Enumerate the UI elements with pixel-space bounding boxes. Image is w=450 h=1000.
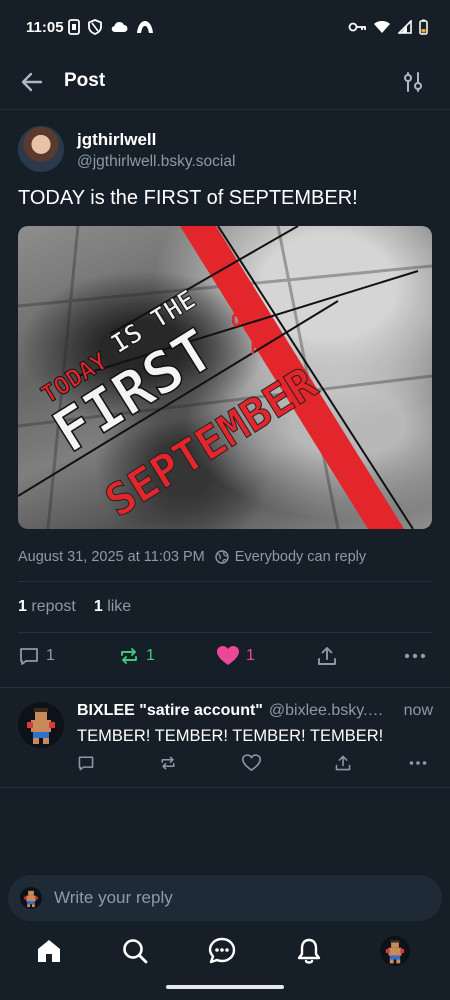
reply-header: BIXLEE "satire account" @bixlee.bsky.soc…	[77, 702, 433, 720]
author-avatar[interactable]	[18, 126, 64, 172]
sliders-icon	[404, 72, 422, 92]
reply-like-button[interactable]	[242, 754, 261, 777]
reply-time: now	[403, 702, 433, 719]
more-button[interactable]	[403, 645, 427, 667]
status-notification-icons	[68, 19, 154, 35]
repost-count: 1	[18, 598, 27, 615]
author-handle[interactable]: @jgthirlwell.bsky.social	[77, 153, 235, 171]
reply-composer[interactable]: Write your reply	[8, 875, 442, 921]
search-icon	[123, 939, 148, 964]
pixel-fighter-avatar	[385, 939, 405, 964]
comment-icon	[20, 648, 38, 665]
post-meta: August 31, 2025 at 11:03 PM Everybody ca…	[18, 549, 366, 565]
globe-icon	[215, 550, 229, 564]
pixel-fighter-avatar	[24, 890, 38, 908]
nav-home[interactable]	[34, 936, 64, 966]
nav-profile[interactable]	[380, 936, 410, 966]
heart-filled-icon	[217, 646, 239, 665]
divider	[0, 787, 450, 788]
page-title: Post	[64, 70, 106, 91]
composer-placeholder: Write your reply	[54, 888, 173, 907]
reply-reply-button[interactable]	[77, 754, 95, 777]
composer-avatar	[20, 887, 42, 909]
divider	[0, 687, 450, 688]
bottom-nav	[0, 928, 450, 976]
reply-repost-button[interactable]	[159, 754, 177, 777]
pixel-fighter-avatar	[27, 708, 55, 744]
back-button[interactable]	[18, 68, 46, 96]
nav-notifications[interactable]	[294, 936, 324, 966]
nav-search[interactable]	[120, 936, 150, 966]
repost-icon	[161, 756, 175, 770]
sim-icon	[68, 19, 80, 35]
reply-count: 1	[46, 647, 55, 664]
chat-icon	[208, 937, 236, 964]
cloud-icon	[111, 21, 128, 33]
image-text-o: O	[231, 310, 242, 331]
divider	[18, 581, 432, 582]
post-image-artwork: TODAY IS THE FIRST O F SEPTEMBER	[18, 226, 432, 529]
ellipsis-icon	[409, 761, 427, 765]
like-action-count: 1	[246, 647, 255, 664]
post-text: TODAY is the FIRST of SEPTEMBER!	[18, 187, 358, 209]
reply-actions	[77, 754, 432, 776]
arrow-left-icon	[21, 72, 43, 92]
repost-icon	[121, 648, 137, 664]
like-count: 1	[93, 598, 103, 615]
reply-button[interactable]: 1	[18, 645, 55, 667]
post-image[interactable]: TODAY IS THE FIRST O F SEPTEMBER	[18, 226, 432, 529]
key-icon	[348, 22, 366, 32]
status-time: 11:05	[26, 19, 64, 36]
repost-button[interactable]: 1	[118, 645, 155, 667]
share-icon	[318, 647, 336, 665]
heart-icon	[242, 754, 261, 772]
repost-count-link[interactable]: 1 repost	[18, 598, 76, 616]
status-bar: 11:05	[0, 0, 450, 56]
engagement-counts: 1 repost 1 like	[18, 598, 131, 616]
header: Post	[0, 56, 450, 110]
reply-setting-label: Everybody can reply	[234, 549, 367, 565]
battery-icon	[419, 19, 428, 35]
like-label: like	[107, 598, 132, 615]
home-icon	[38, 940, 60, 962]
reply-author-handle[interactable]: @bixlee.bsky.social	[269, 702, 389, 720]
repost-action-count: 1	[146, 647, 155, 664]
app-notification-icon	[137, 21, 153, 33]
thread-options-button[interactable]	[400, 69, 426, 95]
like-button[interactable]: 1	[216, 645, 255, 667]
reply-author-name[interactable]: BIXLEE "satire account"	[77, 702, 263, 720]
repost-label: repost	[31, 598, 76, 615]
post-timestamp: August 31, 2025 at 11:03 PM	[18, 549, 205, 565]
comment-icon	[78, 756, 94, 771]
signal-icon	[398, 20, 412, 34]
reply-text: TEMBER! TEMBER! TEMBER! TEMBER!	[77, 727, 384, 745]
ellipsis-icon	[404, 653, 426, 659]
home-indicator[interactable]	[166, 985, 284, 989]
nav-chat[interactable]	[207, 936, 237, 966]
share-button[interactable]	[316, 645, 338, 667]
reply-author-avatar[interactable]	[18, 702, 64, 748]
wifi-icon	[374, 21, 390, 33]
reply-setting: Everybody can reply	[215, 549, 366, 565]
reply-more-button[interactable]	[408, 754, 428, 777]
author-name[interactable]: jgthirlwell	[77, 130, 156, 150]
shield-icon	[88, 19, 102, 35]
bell-icon	[297, 938, 321, 964]
like-count-link[interactable]: 1 like	[94, 598, 131, 616]
divider	[18, 632, 432, 633]
reply-share-button[interactable]	[334, 754, 352, 777]
share-icon	[335, 755, 351, 771]
status-system-icons	[348, 19, 428, 35]
image-text-f: F	[250, 338, 261, 359]
post-actions: 1 1 1	[18, 645, 432, 675]
